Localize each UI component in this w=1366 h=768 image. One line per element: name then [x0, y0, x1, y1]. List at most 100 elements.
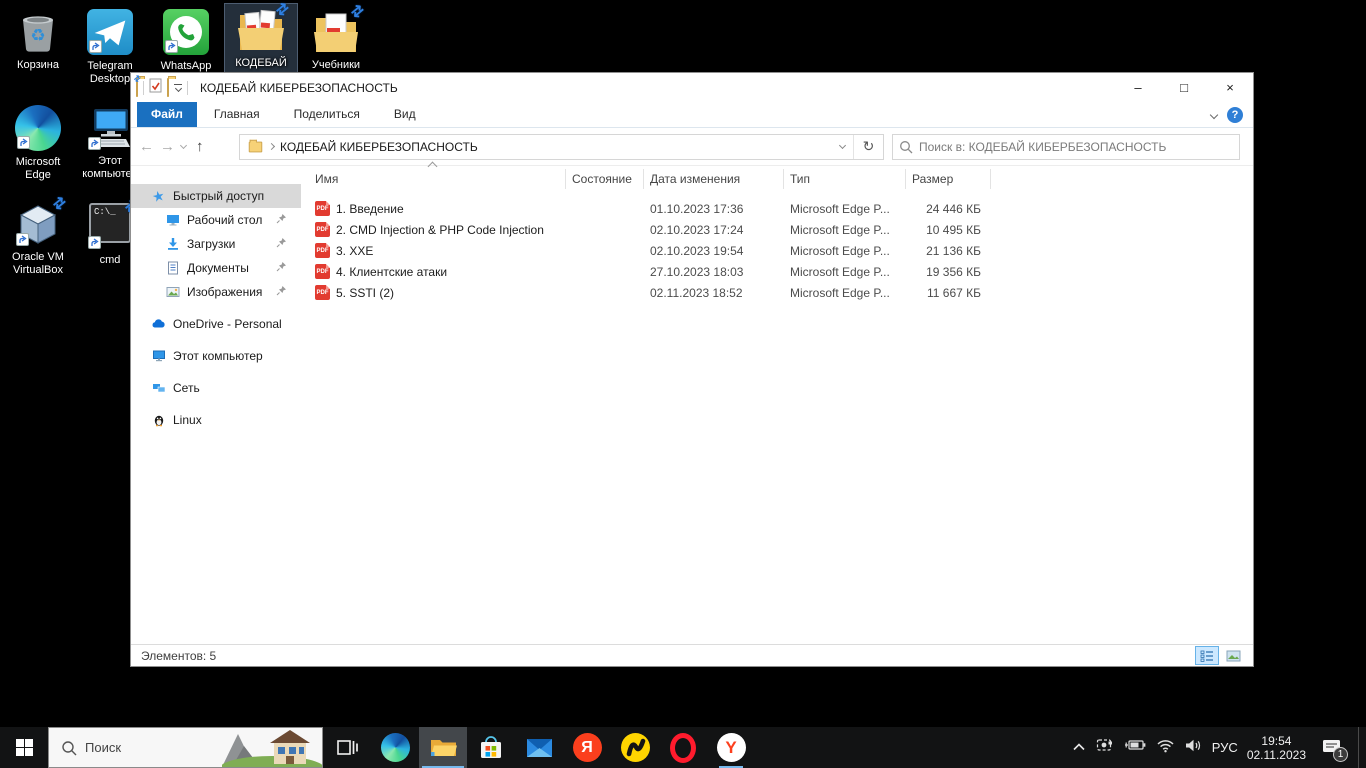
window-title: КОДЕБАЙ КИБЕРБЕЗОПАСНОСТЬ [200, 81, 398, 95]
title-bar: ⇄ КОДЕБАЙ КИБЕРБЕЗОПАСНОСТЬ – □ × [131, 73, 1253, 102]
file-modified: 02.10.2023 19:54 [644, 244, 784, 258]
properties-button[interactable] [149, 78, 162, 98]
desktop-icon-kodebay[interactable]: ⇄ КОДЕБАЙ [225, 4, 297, 73]
shortcut-arrow-icon [16, 233, 29, 246]
pin-icon[interactable] [276, 213, 287, 227]
maximize-button[interactable]: □ [1161, 73, 1207, 102]
sidebar-item-pictures[interactable]: Изображения [131, 280, 301, 304]
back-button[interactable]: ← [139, 138, 154, 155]
battery-charging-icon[interactable] [1123, 738, 1147, 757]
file-row[interactable]: PDF1. Введение 01.10.2023 17:36 Microsof… [311, 198, 1253, 219]
desktop-icon-uchebniki[interactable]: ⇄ Учебники [300, 6, 372, 75]
sidebar-item-linux[interactable]: Linux [131, 408, 301, 432]
column-header-type[interactable]: Тип [784, 169, 906, 189]
quick-access-toolbar: ⇄ [131, 78, 194, 98]
pin-icon[interactable] [276, 237, 287, 251]
sidebar-item-documents[interactable]: Документы [131, 256, 301, 280]
tab-view[interactable]: Вид [377, 102, 433, 127]
file-name: 5. SSTI (2) [336, 286, 394, 300]
customize-quick-access-button[interactable] [174, 84, 182, 91]
desktop-icon-recycle-bin[interactable]: ♻ Корзина [2, 6, 74, 75]
volume-icon[interactable] [1184, 738, 1203, 758]
column-header-status[interactable]: Состояние [566, 169, 644, 189]
window-controls: – □ × [1115, 73, 1253, 102]
close-button[interactable]: × [1207, 73, 1253, 102]
refresh-button[interactable]: ↻ [853, 135, 883, 159]
sidebar-item-desktop[interactable]: Рабочий стол [131, 208, 301, 232]
expand-ribbon-icon[interactable] [1210, 111, 1218, 119]
taskbar-opera-button[interactable] [659, 727, 707, 768]
file-row[interactable]: PDF3. XXE 02.10.2023 19:54 Microsoft Edg… [311, 240, 1253, 261]
taskbar: Я Y РУС 19:54 02.11.2023 1 [0, 727, 1366, 768]
show-desktop-button[interactable] [1358, 727, 1364, 768]
desktop-icon-label: Учебники [300, 59, 372, 72]
sidebar-item-onedrive[interactable]: OneDrive - Personal [131, 312, 301, 336]
sidebar-item-quick-access[interactable]: ★ Быстрый доступ [131, 184, 301, 208]
new-folder-button[interactable] [167, 79, 169, 97]
taskbar-explorer-button[interactable] [419, 727, 467, 768]
system-tray: РУС 19:54 02.11.2023 1 [1072, 727, 1366, 768]
tab-home[interactable]: Главная [197, 102, 277, 127]
tab-file[interactable]: Файл [137, 102, 197, 127]
wifi-icon[interactable] [1156, 738, 1175, 758]
clock-time: 19:54 [1247, 734, 1306, 748]
file-row[interactable]: PDF2. CMD Injection & PHP Code Injection… [311, 219, 1253, 240]
address-dropdown-icon[interactable] [839, 142, 846, 149]
desktop-icon-edge[interactable]: Microsoft Edge [2, 102, 74, 185]
taskbar-mail-button[interactable] [515, 727, 563, 768]
details-view-button[interactable] [1195, 646, 1219, 665]
forward-button[interactable]: → [160, 138, 175, 155]
taskbar-clock[interactable]: 19:54 02.11.2023 [1247, 734, 1306, 762]
taskbar-store-button[interactable] [467, 727, 515, 768]
file-modified: 02.10.2023 17:24 [644, 223, 784, 237]
taskbar-yellow-app-button[interactable] [611, 727, 659, 768]
whatsapp-icon [162, 9, 210, 57]
file-row[interactable]: PDF4. Клиентские атаки 27.10.2023 18:03 … [311, 261, 1253, 282]
file-row[interactable]: PDF5. SSTI (2) 02.11.2023 18:52 Microsof… [311, 282, 1253, 303]
edge-icon [381, 733, 410, 762]
yandex-browser-icon: Y [717, 733, 746, 762]
breadcrumb-chevron-icon[interactable] [268, 143, 275, 150]
ribbon-tabs: Файл Главная Поделиться Вид ? [131, 102, 1253, 128]
sidebar-item-downloads[interactable]: Загрузки [131, 232, 301, 256]
file-type: Microsoft Edge P... [784, 244, 906, 258]
sidebar-item-label: Linux [173, 413, 202, 427]
column-header-size[interactable]: Размер [906, 169, 991, 189]
file-size: 21 136 КБ [906, 244, 991, 258]
desktop-icon-virtualbox[interactable]: ⇄ Oracle VM VirtualBox [2, 198, 74, 280]
file-explorer-icon [430, 736, 457, 760]
file-size: 11 667 КБ [906, 286, 991, 300]
column-header-modified[interactable]: Дата изменения [644, 169, 784, 189]
taskbar-search-box[interactable] [48, 727, 323, 768]
hidden-icons-chevron[interactable] [1072, 739, 1086, 757]
tab-share[interactable]: Поделиться [277, 102, 377, 127]
explorer-search-input[interactable] [919, 140, 1233, 154]
microsoft-store-icon [478, 735, 504, 761]
pin-icon[interactable] [276, 285, 287, 299]
taskbar-yandex-browser-button[interactable]: Y [707, 727, 755, 768]
recycle-glyph: ♻ [14, 26, 62, 46]
language-indicator[interactable]: РУС [1212, 740, 1238, 755]
action-center-button[interactable]: 1 [1315, 727, 1349, 768]
help-icon[interactable]: ? [1227, 107, 1243, 123]
address-bar[interactable]: КОДЕБАЙ КИБЕРБЕЗОПАСНОСТЬ ↻ [239, 134, 884, 160]
minimize-button[interactable]: – [1115, 73, 1161, 102]
breadcrumb-path[interactable]: КОДЕБАЙ КИБЕРБЕЗОПАСНОСТЬ [280, 140, 478, 154]
taskbar-search-input[interactable] [85, 740, 215, 755]
pdf-file-icon: PDF [315, 222, 330, 237]
column-header-name[interactable]: Имя [311, 169, 566, 189]
sidebar-item-this-pc[interactable]: Этот компьютер [131, 344, 301, 368]
start-button[interactable] [0, 727, 48, 768]
desktop-icon-whatsapp[interactable]: WhatsApp [150, 6, 222, 76]
search-box[interactable] [892, 134, 1240, 160]
taskbar-edge-button[interactable] [371, 727, 419, 768]
sidebar-item-network[interactable]: Сеть [131, 376, 301, 400]
pin-icon[interactable] [276, 261, 287, 275]
thumbnails-view-button[interactable] [1221, 646, 1245, 665]
folder-pdf-icon: ⇄ [312, 8, 360, 56]
task-view-button[interactable] [323, 727, 371, 768]
recent-locations-icon[interactable] [180, 141, 187, 148]
tray-device-icon[interactable] [1095, 737, 1114, 758]
taskbar-yandex-button[interactable]: Я [563, 727, 611, 768]
up-button[interactable]: ↑ [196, 138, 204, 155]
